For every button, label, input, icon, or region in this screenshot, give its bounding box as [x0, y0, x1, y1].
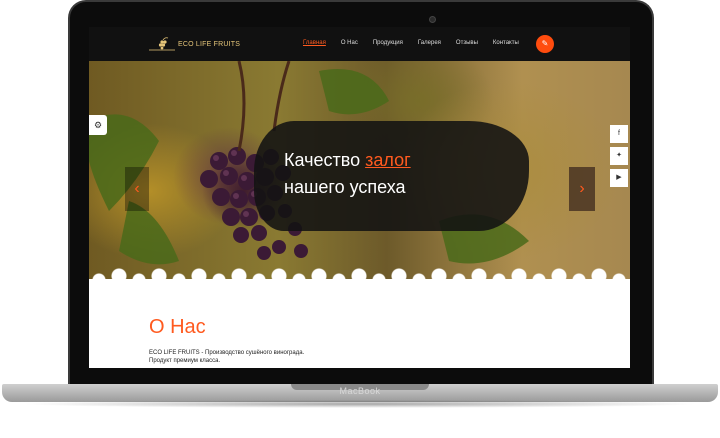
header-bar: ECO LIFE FRUITS Главная О Нас Продукция …: [89, 27, 630, 61]
youtube-button[interactable]: ▶: [610, 169, 628, 187]
about-text-line1: ECO LIFE FRUITS - Производство сушёного …: [149, 350, 305, 356]
hero-accent-link[interactable]: залог: [365, 150, 411, 170]
about-title: О Нас: [149, 316, 206, 338]
grape-logo-icon: [149, 36, 175, 52]
gears-icon: ⚙: [93, 120, 103, 130]
chevron-left-icon: ‹: [134, 180, 140, 197]
about-section: О Нас ECO LIFE FRUITS - Производство суш…: [89, 291, 630, 368]
twitter-button[interactable]: ✦: [610, 147, 628, 165]
hero-line2: нашего успеха: [284, 177, 406, 197]
edit-button[interactable]: ✎: [536, 35, 554, 53]
about-text: ECO LIFE FRUITS - Производство сушёного …: [149, 349, 369, 365]
website-screen: ECO LIFE FRUITS Главная О Нас Продукция …: [89, 27, 630, 368]
facebook-icon: f: [618, 130, 620, 137]
base-shadow: [20, 400, 700, 408]
nav-products[interactable]: Продукция: [373, 40, 403, 46]
main-nav: Главная О Нас Продукция Галерея Отзывы К…: [303, 40, 534, 46]
hero-headline: Качество залог нашего успеха: [284, 147, 411, 201]
hero-line1-prefix: Качество: [284, 150, 366, 170]
edit-icon: ✎: [541, 39, 549, 48]
youtube-icon: ▶: [616, 174, 622, 181]
nav-contacts[interactable]: Контакты: [493, 40, 519, 46]
nav-about[interactable]: О Нас: [341, 40, 358, 46]
site-logo[interactable]: ECO LIFE FRUITS: [149, 36, 240, 52]
settings-toggle[interactable]: ⚙: [89, 115, 107, 135]
slider-next-button[interactable]: ›: [569, 167, 595, 211]
nav-reviews[interactable]: Отзывы: [456, 40, 478, 46]
facebook-button[interactable]: f: [610, 125, 628, 143]
about-text-line2: Продукт премиум класса.: [149, 358, 221, 364]
chevron-right-icon: ›: [579, 180, 585, 197]
hero-slider: Качество залог нашего успеха ‹ › ⚙ f ✦ ▶: [89, 61, 630, 319]
logo-text: ECO LIFE FRUITS: [178, 40, 241, 48]
slider-prev-button[interactable]: ‹: [125, 167, 149, 211]
device-brand-label: MacBook: [339, 386, 381, 396]
nav-gallery[interactable]: Галерея: [418, 40, 441, 46]
nav-home[interactable]: Главная: [303, 40, 326, 46]
twitter-icon: ✦: [616, 152, 622, 159]
camera: [429, 16, 436, 23]
